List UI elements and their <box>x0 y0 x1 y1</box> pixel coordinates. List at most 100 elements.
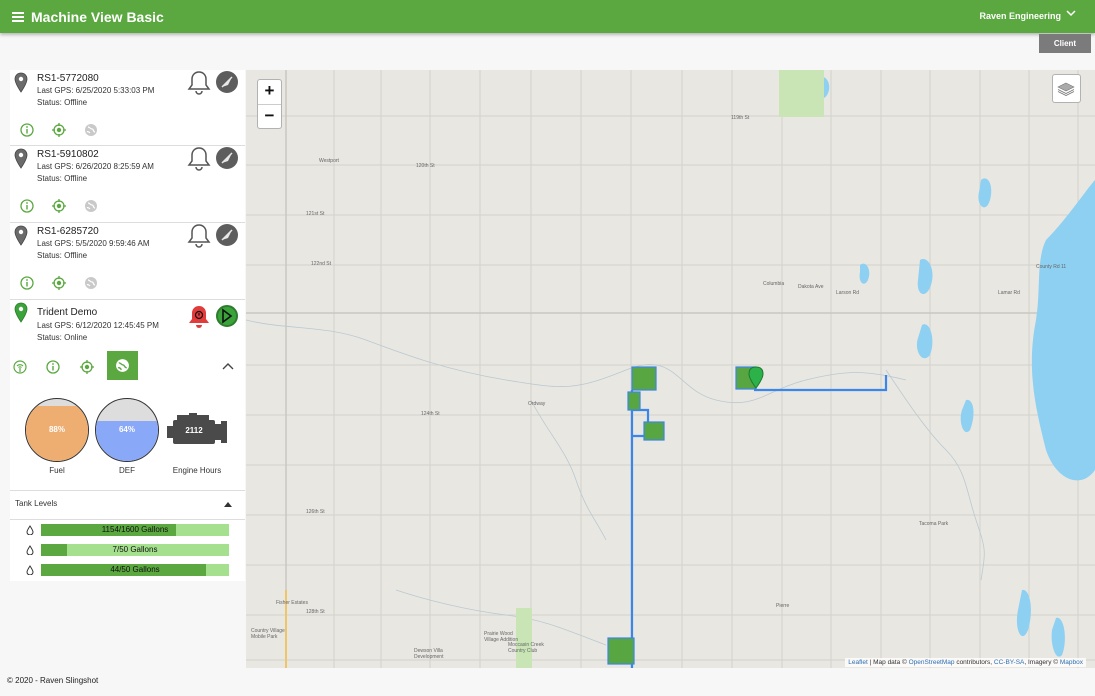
machine-list-panel: RS1-5772080 Last GPS: 6/25/2020 5:33:03 … <box>10 70 245 581</box>
leaflet-link[interactable]: Leaflet <box>848 659 868 666</box>
globe-icon[interactable] <box>84 199 98 213</box>
app-title: Machine View Basic <box>31 8 164 25</box>
globe-icon[interactable] <box>84 123 98 137</box>
bell-icon[interactable] <box>187 223 211 249</box>
machine-card[interactable]: RS1-5910802 Last GPS: 6/26/2020 8:25:59 … <box>10 146 245 223</box>
organization-selector[interactable]: Raven Engineering <box>979 11 1061 21</box>
place-label: Pierre <box>776 603 790 609</box>
engine-hours-label: Engine Hours <box>172 466 222 475</box>
footer-copyright: © 2020 - Raven Slingshot <box>7 676 99 685</box>
layers-button[interactable] <box>1052 74 1081 103</box>
machine-last-gps: Last GPS: 6/12/2020 12:45:45 PM <box>37 321 159 330</box>
map-pin-icon <box>14 72 28 93</box>
zoom-out-button[interactable]: − <box>258 104 281 128</box>
navigate-icon <box>221 152 233 164</box>
bell-icon[interactable] <box>187 146 211 172</box>
navigate-icon <box>221 229 233 241</box>
map-canvas[interactable]: Westport Ordway Columbia Pierre Fisher E… <box>246 70 1095 668</box>
tank-level-bar: 7/50 Gallons <box>41 544 229 556</box>
def-percent: 64% <box>118 425 135 434</box>
license-link[interactable]: CC-BY-SA <box>994 659 1024 666</box>
alarm-bell-icon[interactable] <box>187 304 211 330</box>
machine-last-gps: Last GPS: 6/25/2020 5:33:03 PM <box>37 86 155 95</box>
fuel-label: Fuel <box>49 466 65 475</box>
info-icon[interactable] <box>20 123 34 137</box>
target-icon[interactable] <box>52 123 66 137</box>
map-pin-icon <box>14 225 28 246</box>
zoom-in-button[interactable]: + <box>258 80 281 104</box>
fuel-gauge: 88% <box>25 398 89 462</box>
machine-card[interactable]: RS1-6285720 Last GPS: 5/5/2020 9:59:46 A… <box>10 223 245 300</box>
map-view[interactable]: Westport Ordway Columbia Pierre Fisher E… <box>246 70 1095 668</box>
machine-last-gps: Last GPS: 5/5/2020 9:59:46 AM <box>37 239 150 248</box>
def-gauge: 64% <box>95 398 159 462</box>
tank-level-label: 7/50 Gallons <box>112 545 158 554</box>
client-button[interactable]: Client <box>1039 34 1091 53</box>
map-view-tab[interactable] <box>107 351 138 380</box>
map-pin-icon <box>14 148 28 169</box>
info-icon[interactable] <box>20 276 34 290</box>
info-icon[interactable] <box>46 360 60 374</box>
engine-hours-value: 2112 <box>185 426 203 435</box>
place-label: Ordway <box>528 401 546 407</box>
attribution-text: , Imagery © <box>1024 659 1060 666</box>
machine-name: RS1-6285720 <box>37 226 99 237</box>
target-icon[interactable] <box>52 276 66 290</box>
street-label: 128th St <box>306 609 325 615</box>
place-label: Country Club <box>508 648 537 654</box>
street-label: County Rd 11 <box>1036 264 1066 270</box>
navigate-button[interactable] <box>216 305 238 327</box>
street-label: Larson Rd <box>836 290 859 296</box>
fuel-percent: 88% <box>48 425 65 434</box>
street-label: 122nd St <box>311 261 332 267</box>
mapbox-link[interactable]: Mapbox <box>1060 659 1083 666</box>
collapse-caret-icon[interactable] <box>224 501 232 507</box>
bell-icon[interactable] <box>187 70 211 96</box>
navigate-button[interactable] <box>216 71 238 93</box>
machine-name: RS1-5772080 <box>37 73 99 84</box>
layers-icon <box>1057 82 1075 97</box>
street-label: 124th St <box>421 411 440 417</box>
droplet-icon <box>26 545 34 555</box>
target-icon[interactable] <box>52 199 66 213</box>
map-attribution: Leaflet | Map data © OpenStreetMap contr… <box>845 658 1086 667</box>
globe-icon[interactable] <box>84 276 98 290</box>
menu-icon[interactable] <box>12 11 24 22</box>
machine-status: Status: Online <box>37 333 88 342</box>
app-header: Machine View Basic Raven Engineering <box>0 0 1095 33</box>
zoom-control: + − <box>257 79 282 129</box>
globe-icon <box>116 359 129 372</box>
machine-card-expanded[interactable]: Trident Demo Last GPS: 6/12/2020 12:45:4… <box>10 300 245 581</box>
machine-status: Status: Offline <box>37 174 88 183</box>
navigate-button[interactable] <box>216 224 238 246</box>
tank-level-bar: 1154/1600 Gallons <box>41 524 229 536</box>
chevron-up-icon[interactable] <box>222 362 234 370</box>
machine-card[interactable]: RS1-5772080 Last GPS: 6/25/2020 5:33:03 … <box>10 70 245 146</box>
droplet-icon <box>26 565 34 575</box>
street-label: Dakota Ave <box>798 284 824 290</box>
street-label: Lamar Rd <box>998 290 1020 296</box>
street-label: 121st St <box>306 211 325 217</box>
machine-status: Status: Offline <box>37 98 88 107</box>
place-label: Columbia <box>763 281 784 287</box>
tank-level-label: 44/50 Gallons <box>110 565 160 574</box>
map-pin-icon <box>14 302 28 323</box>
antenna-icon[interactable] <box>13 360 27 374</box>
def-label: DEF <box>119 466 135 475</box>
machine-name: Trident Demo <box>37 307 98 318</box>
tank-row: 7/50 Gallons <box>10 543 245 557</box>
machine-last-gps: Last GPS: 6/26/2020 8:25:59 AM <box>37 162 154 171</box>
place-label: Westport <box>319 158 340 164</box>
navigate-button[interactable] <box>216 147 238 169</box>
street-label: 126th St <box>306 509 325 515</box>
tank-row: 44/50 Gallons <box>10 563 245 577</box>
tank-row: 1154/1600 Gallons <box>10 523 245 537</box>
tank-level-label: 1154/1600 Gallons <box>101 525 169 534</box>
machine-name: RS1-5910802 <box>37 149 99 160</box>
engine-hours-display: 2112 <box>165 413 229 447</box>
tank-levels-title: Tank Levels <box>15 499 58 508</box>
chevron-down-icon[interactable] <box>1066 8 1076 18</box>
target-icon[interactable] <box>80 360 94 374</box>
info-icon[interactable] <box>20 199 34 213</box>
osm-link[interactable]: OpenStreetMap <box>909 659 955 666</box>
